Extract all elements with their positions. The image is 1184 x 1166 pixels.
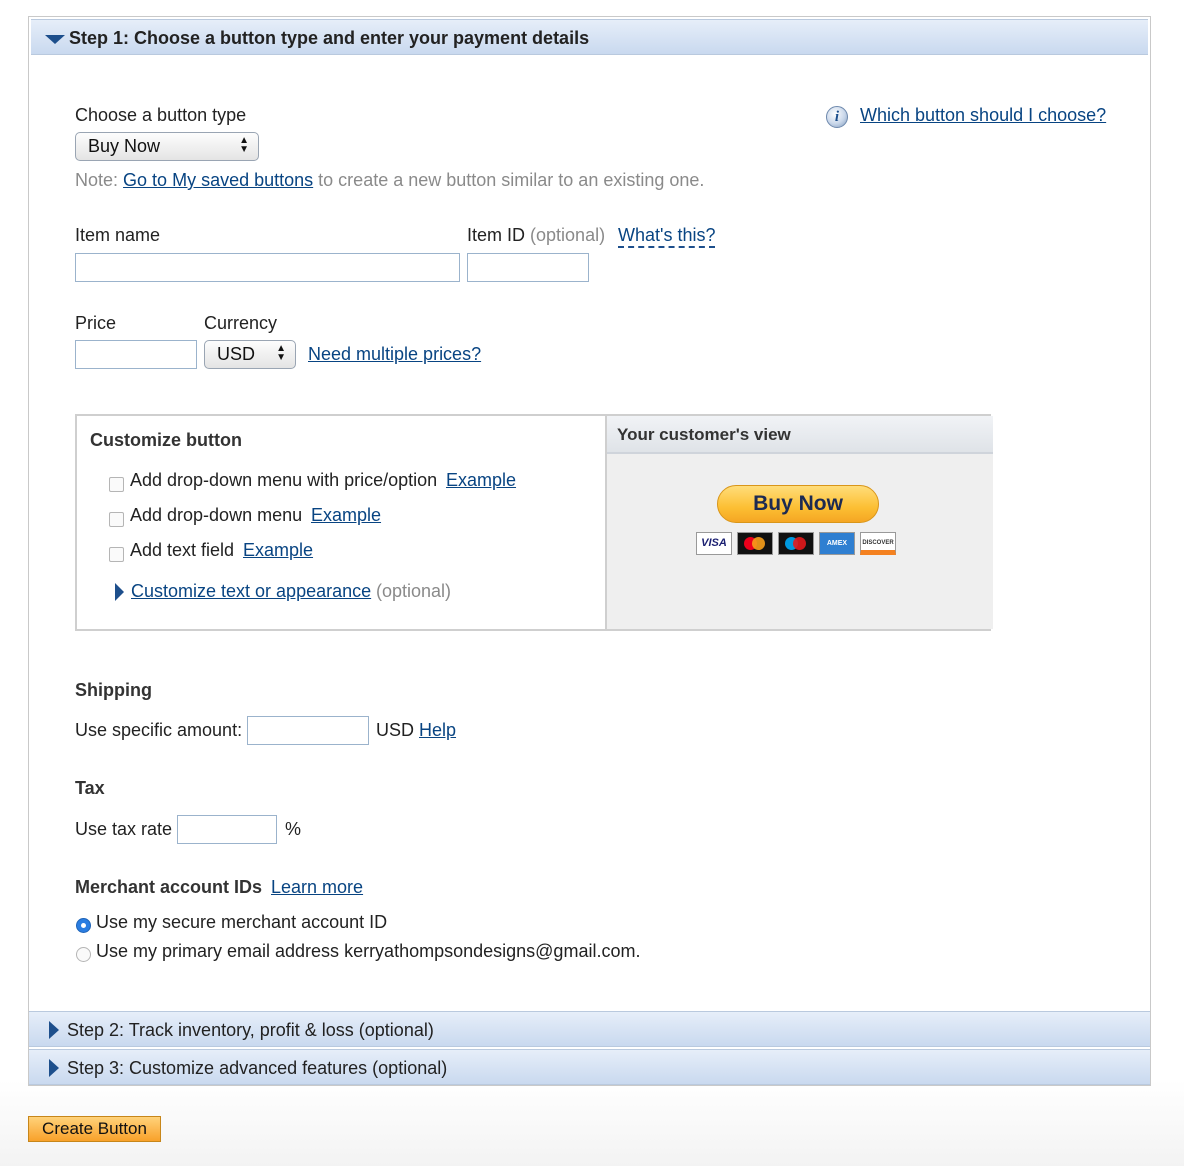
item-id-label: Item ID (optional) <box>467 225 605 246</box>
tax-percent: % <box>285 819 302 839</box>
merchant-title: Merchant account IDs <box>75 877 263 897</box>
customer-view-title: Your customer's view <box>607 416 993 454</box>
info-icon: i <box>826 106 848 128</box>
step3-header[interactable]: Step 3: Customize advanced features (opt… <box>29 1049 1150 1085</box>
step3-title: Step 3: Customize advanced features (opt… <box>67 1058 448 1078</box>
whats-this-link[interactable]: What's this? <box>618 225 716 248</box>
email-option-label: Use my primary email address kerryathomp… <box>96 941 641 961</box>
item-name-label: Item name <box>75 225 161 245</box>
step1-header[interactable]: Step 1: Choose a button type and enter y… <box>31 19 1148 55</box>
step1-panel: Step 1: Choose a button type and enter y… <box>28 16 1151 1086</box>
customize-appearance-link[interactable]: Customize text or appearance <box>131 581 371 602</box>
option-label-3: Add text field <box>130 540 235 560</box>
button-type-select[interactable]: Buy Now ▲ ▼ <box>75 132 259 161</box>
customer-view-panel: Your customer's view Buy Now VISA AMEX D… <box>605 416 993 629</box>
button-type-label: Choose a button type <box>75 105 247 125</box>
customize-title: Customize button <box>90 430 242 450</box>
amex-card-icon: AMEX <box>819 532 855 555</box>
currency-label: Currency <box>204 313 278 333</box>
shipping-amount-input[interactable] <box>247 716 369 745</box>
expand-triangle-icon <box>49 1021 59 1039</box>
item-id-input[interactable] <box>467 253 589 282</box>
merchant-id-option-label: Use my secure merchant account ID <box>96 912 388 932</box>
saved-buttons-link[interactable]: Go to My saved buttons <box>123 170 313 190</box>
discover-card-icon: DISCOVER <box>860 532 896 555</box>
note-prefix: Note: <box>75 170 119 190</box>
expand-triangle-icon <box>49 1059 59 1077</box>
customize-appearance-optional: (optional) <box>376 581 452 601</box>
multiple-prices-link[interactable]: Need multiple prices? <box>308 344 481 365</box>
price-label: Price <box>75 313 117 333</box>
visa-card-icon: VISA <box>696 532 732 555</box>
buy-now-preview-button: Buy Now <box>717 485 879 523</box>
option-checkbox-1[interactable] <box>109 477 124 492</box>
example-link-2[interactable]: Example <box>311 505 381 526</box>
expand-triangle-icon <box>115 583 124 601</box>
step1-title: Step 1: Choose a button type and enter y… <box>69 28 590 48</box>
which-button-link[interactable]: Which button should I choose? <box>860 105 1106 126</box>
button-type-selected: Buy Now <box>88 136 161 156</box>
select-arrows-icon: ▲ ▼ <box>239 135 249 155</box>
select-arrows-icon: ▲ ▼ <box>276 343 286 363</box>
step2-title: Step 2: Track inventory, profit & loss (… <box>67 1020 434 1040</box>
shipping-label: Use specific amount: <box>75 720 243 740</box>
price-input[interactable] <box>75 340 197 369</box>
shipping-currency: USD <box>376 720 415 740</box>
shipping-title: Shipping <box>75 680 152 700</box>
currency-selected: USD <box>217 344 256 364</box>
option-checkbox-3[interactable] <box>109 547 124 562</box>
tax-rate-input[interactable] <box>177 815 277 844</box>
customize-box: Customize button Add drop-down menu with… <box>75 414 993 631</box>
note-line: Note: Go to My saved buttons to create a… <box>75 170 704 191</box>
example-link-1[interactable]: Example <box>446 470 516 491</box>
collapse-triangle-icon <box>45 35 65 44</box>
currency-select[interactable]: USD ▲ ▼ <box>204 340 296 369</box>
option-checkbox-2[interactable] <box>109 512 124 527</box>
item-id-optional: (optional) <box>530 225 606 245</box>
email-radio[interactable] <box>76 947 91 962</box>
step2-header[interactable]: Step 2: Track inventory, profit & loss (… <box>29 1011 1150 1047</box>
note-suffix: to create a new button similar to an exi… <box>318 170 705 190</box>
item-name-input[interactable] <box>75 253 460 282</box>
mastercard-icon <box>737 532 773 555</box>
option-label-2: Add drop-down menu <box>130 505 303 525</box>
tax-title: Tax <box>75 778 105 798</box>
option-label-1: Add drop-down menu with price/option <box>130 470 438 490</box>
item-id-text: Item ID <box>467 225 526 245</box>
example-link-3[interactable]: Example <box>243 540 313 561</box>
maestro-card-icon <box>778 532 814 555</box>
tax-label: Use tax rate <box>75 819 173 839</box>
create-button[interactable]: Create Button <box>28 1116 161 1142</box>
merchant-id-radio[interactable] <box>76 918 91 933</box>
learn-more-link[interactable]: Learn more <box>271 877 363 898</box>
shipping-help-link[interactable]: Help <box>419 720 456 741</box>
